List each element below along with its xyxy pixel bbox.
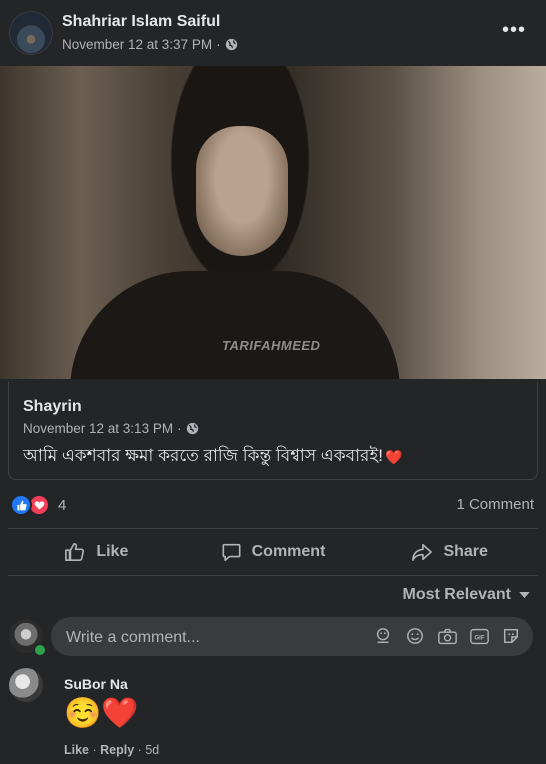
post-actions: Like Comment Share — [8, 530, 538, 574]
post-image[interactable]: TARIFAHMEED — [0, 66, 546, 379]
comment-emoji-content: ☺️❤️ — [64, 697, 139, 730]
shared-post-text: আমি একশবার ক্ষমা করতে রাজি কিন্তু বিশ্বা… — [23, 446, 403, 465]
heart-emoji-icon: ❤️ — [384, 448, 403, 465]
like-button[interactable]: Like — [8, 530, 185, 574]
reaction-summary[interactable]: 4 — [10, 494, 66, 516]
sticker-icon[interactable] — [501, 626, 521, 646]
post-header: Shahriar Islam Saiful November 12 at 3:3… — [0, 0, 546, 66]
more-options-icon[interactable]: ••• — [502, 20, 526, 40]
emoji-icon[interactable] — [405, 626, 425, 646]
camera-icon[interactable] — [437, 626, 457, 646]
comment-age[interactable]: 5d — [145, 743, 159, 757]
globe-icon — [225, 38, 237, 51]
like-reaction-icon — [10, 494, 32, 516]
comment-sort-dropdown[interactable]: Most Relevant — [403, 586, 530, 604]
post-timestamp[interactable]: November 12 at 3:37 PM — [62, 37, 212, 52]
comment-input[interactable] — [64, 626, 368, 650]
reaction-count: 4 — [58, 496, 67, 514]
shared-post-timestamp[interactable]: November 12 at 3:13 PM — [23, 421, 173, 436]
commenter-name[interactable]: SuBor Na — [64, 676, 128, 692]
author-avatar[interactable] — [9, 11, 53, 55]
image-watermark: TARIFAHMEED — [222, 338, 321, 353]
share-icon — [412, 543, 433, 561]
shared-post-card[interactable]: Shayrin November 12 at 3:13 PM · আমি একশ… — [8, 382, 538, 480]
commenter-avatar[interactable] — [9, 668, 43, 702]
thumbs-up-icon — [65, 543, 85, 561]
comment-button[interactable]: Comment — [185, 530, 362, 574]
author-name[interactable]: Shahriar Islam Saiful — [62, 13, 220, 31]
caret-down-icon — [519, 591, 530, 598]
divider — [8, 528, 538, 529]
sticker-avatar-icon[interactable] — [373, 626, 393, 646]
shared-author-name[interactable]: Shayrin — [23, 398, 82, 416]
share-button[interactable]: Share — [361, 530, 538, 574]
globe-icon — [186, 422, 198, 435]
post-meta: November 12 at 3:37 PM · — [62, 37, 238, 52]
online-status-indicator — [33, 643, 47, 657]
composer-tools: GIF — [373, 626, 521, 646]
svg-text:GIF: GIF — [474, 635, 484, 641]
gif-icon[interactable]: GIF — [469, 626, 489, 646]
comment-count[interactable]: 1 Comment — [456, 496, 534, 513]
divider — [8, 575, 538, 576]
comment-icon — [222, 543, 241, 561]
comment-reply-link[interactable]: Reply — [100, 743, 134, 757]
comment-composer[interactable]: GIF — [51, 617, 533, 656]
comment-actions: Like · Reply · 5d — [64, 743, 160, 757]
shared-post-meta: November 12 at 3:13 PM · — [23, 421, 199, 436]
comment-like-link[interactable]: Like — [64, 743, 89, 757]
